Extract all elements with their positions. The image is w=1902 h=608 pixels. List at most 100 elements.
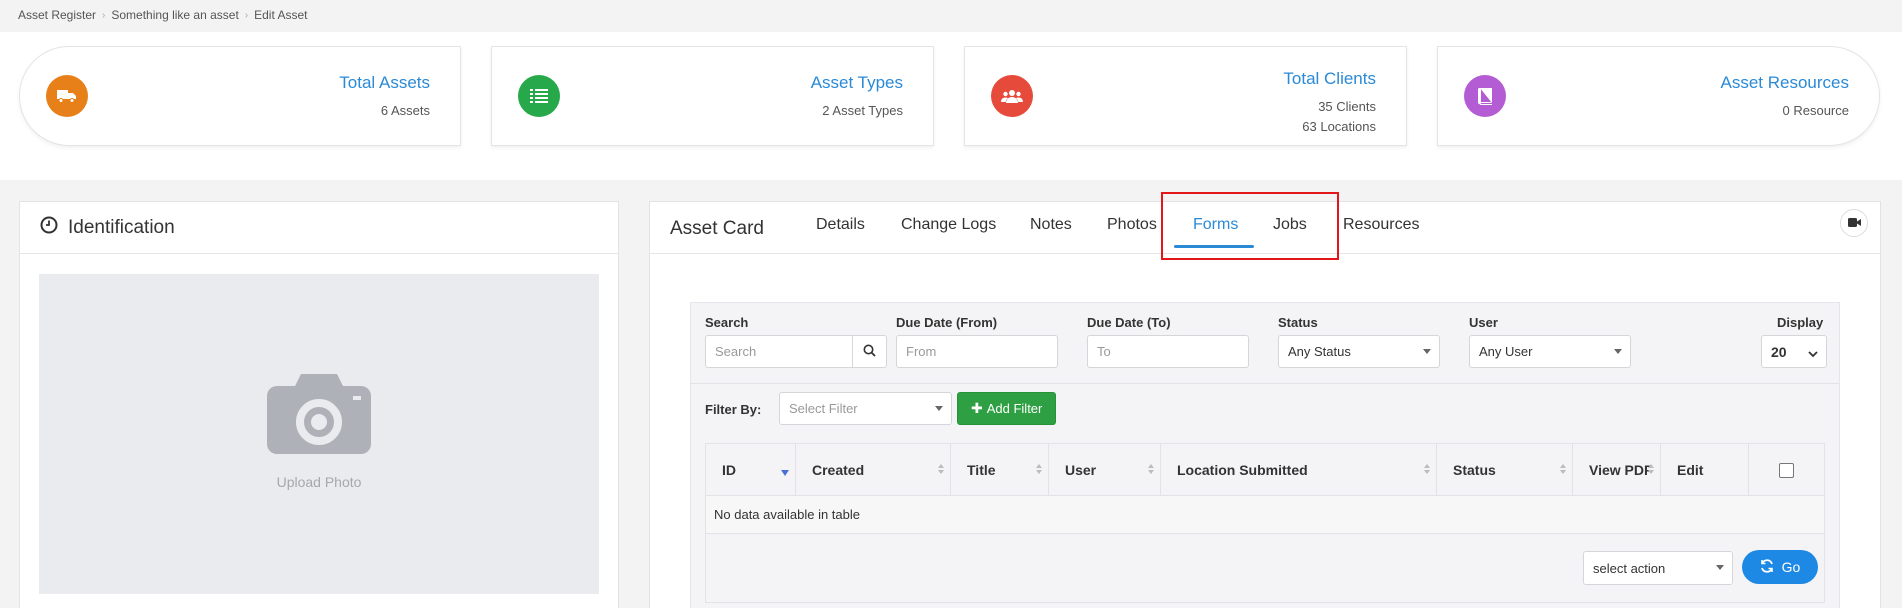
list-icon — [518, 75, 560, 117]
due-to-input[interactable]: To — [1087, 335, 1249, 368]
identification-header: Identification — [20, 202, 618, 254]
refresh-icon — [1760, 558, 1774, 576]
column-label: Edit — [1677, 462, 1704, 478]
go-label: Go — [1781, 559, 1801, 575]
column-header-status[interactable]: Status — [1437, 444, 1573, 496]
sort-desc-icon — [781, 464, 789, 476]
sort-icon — [1424, 464, 1430, 474]
stat-sub: 2 Asset Types — [822, 103, 903, 118]
breadcrumb: Asset Register › Something like an asset… — [18, 8, 308, 22]
breadcrumb-asset[interactable]: Something like an asset — [111, 8, 238, 22]
stat-sub: 6 Assets — [380, 103, 430, 118]
add-filter-button[interactable]: ✚ Add Filter — [957, 392, 1057, 425]
user-value: Any User — [1479, 344, 1533, 359]
stat-sub: 0 Resource — [1782, 103, 1849, 118]
column-label: Status — [1453, 462, 1496, 478]
stat-card-asset-types[interactable]: Asset Types 2 Asset Types — [491, 46, 934, 146]
display-label: Display — [1777, 315, 1824, 330]
tab-details[interactable]: Details — [816, 216, 865, 234]
stat-title[interactable]: Asset Types — [811, 73, 903, 93]
upload-photo-label: Upload Photo — [276, 474, 362, 490]
asset-card-panel: Asset Card Details Change Logs Notes Pho… — [649, 192, 1881, 608]
column-header-user[interactable]: User — [1049, 444, 1161, 496]
user-label: User — [1469, 315, 1498, 330]
user-select[interactable]: Any User — [1469, 335, 1631, 368]
upload-photo-area[interactable]: Upload Photo — [39, 274, 599, 594]
highlight-box — [1161, 192, 1339, 260]
filter-by-row: Filter By: Select Filter ✚ Add Filter — [691, 383, 1839, 431]
breadcrumb-separator: › — [102, 9, 106, 21]
due-from-input[interactable]: From — [896, 335, 1058, 368]
stat-card-total-assets[interactable]: Total Assets 6 Assets — [19, 46, 461, 146]
column-header-title[interactable]: Title — [951, 444, 1049, 496]
chevron-down-icon — [1716, 565, 1724, 570]
asset-card-title: Asset Card — [670, 218, 764, 239]
due-from-label: Due Date (From) — [896, 315, 998, 330]
chevron-down-icon — [1614, 349, 1622, 354]
stat-title[interactable]: Asset Resources — [1721, 73, 1850, 93]
chevron-down-icon — [1808, 345, 1818, 361]
status-label: Status — [1278, 315, 1318, 330]
filter-select[interactable]: Select Filter — [779, 392, 952, 425]
filter-select-placeholder: Select Filter — [789, 401, 858, 416]
bulk-action-select[interactable]: select action — [1583, 551, 1733, 585]
go-button[interactable]: Go — [1742, 550, 1818, 584]
video-button[interactable] — [1840, 209, 1868, 237]
column-header-location-submitted[interactable]: Location Submitted — [1161, 444, 1437, 496]
asset-card-tabs: Asset Card Details Change Logs Notes Pho… — [650, 192, 1880, 260]
stat-card-total-clients[interactable]: Total Clients 35 Clients 63 Locations — [964, 46, 1407, 146]
stat-card-asset-resources[interactable]: Asset Resources 0 Resource — [1437, 46, 1880, 146]
stat-title[interactable]: Total Assets — [339, 73, 430, 93]
forms-table: ID Created Title User Location Submitted — [705, 443, 1825, 603]
stat-sub: 63 Locations — [1302, 119, 1376, 134]
truck-icon — [46, 75, 88, 117]
table-header: ID Created Title User Location Submitted — [706, 444, 1824, 496]
sort-icon — [938, 464, 944, 474]
search-input[interactable]: Search — [705, 335, 887, 368]
select-all-checkbox[interactable] — [1779, 462, 1794, 478]
tab-change-logs[interactable]: Change Logs — [901, 216, 996, 234]
column-label: Created — [812, 462, 865, 478]
sort-icon — [1648, 464, 1654, 474]
breadcrumb-separator: › — [244, 9, 249, 21]
identification-title: Identification — [68, 216, 175, 238]
search-icon — [863, 344, 876, 360]
column-label: Title — [967, 462, 996, 478]
stat-title[interactable]: Total Clients — [1283, 69, 1376, 89]
search-label: Search — [705, 315, 749, 330]
column-header-select-all — [1749, 444, 1825, 496]
due-from-placeholder: From — [906, 344, 937, 359]
clock-icon — [40, 216, 58, 239]
stats-band: Total Assets 6 Assets Asset Types 2 Asse… — [0, 32, 1902, 180]
plus-icon: ✚ — [971, 400, 983, 416]
column-header-id[interactable]: ID — [706, 444, 796, 496]
column-header-edit: Edit — [1661, 444, 1749, 496]
bulk-action-value: select action — [1593, 560, 1666, 576]
sort-icon — [1036, 464, 1042, 474]
breadcrumb-asset-register[interactable]: Asset Register — [18, 8, 96, 22]
search-placeholder: Search — [715, 344, 757, 359]
tab-resources[interactable]: Resources — [1343, 216, 1419, 234]
identification-panel: Identification Upload Photo — [19, 201, 619, 608]
forms-filter-area: Search Search Due Date (From) From Due D… — [690, 302, 1840, 608]
column-header-view-pdf[interactable]: View PDF — [1573, 444, 1661, 496]
due-to-label: Due Date (To) — [1087, 315, 1171, 330]
stat-sub: 35 Clients — [1318, 99, 1376, 114]
camera-icon — [267, 374, 371, 459]
table-footer: select action Go — [706, 534, 1824, 602]
chevron-down-icon — [1423, 349, 1431, 354]
column-label: ID — [722, 462, 736, 478]
empty-table-row: No data available in table — [706, 496, 1824, 534]
add-filter-label: Add Filter — [986, 401, 1043, 416]
display-select[interactable]: 20 — [1761, 335, 1827, 368]
status-select[interactable]: Any Status — [1278, 335, 1440, 368]
filter-by-label: Filter By: — [705, 402, 762, 417]
tab-notes[interactable]: Notes — [1030, 216, 1072, 234]
status-value: Any Status — [1288, 344, 1351, 359]
sort-icon — [1560, 464, 1566, 474]
column-header-created[interactable]: Created — [796, 444, 951, 496]
column-label: View PDF — [1589, 462, 1653, 478]
tab-photos[interactable]: Photos — [1107, 216, 1157, 234]
sort-icon — [1148, 464, 1154, 474]
search-button[interactable] — [852, 335, 886, 368]
